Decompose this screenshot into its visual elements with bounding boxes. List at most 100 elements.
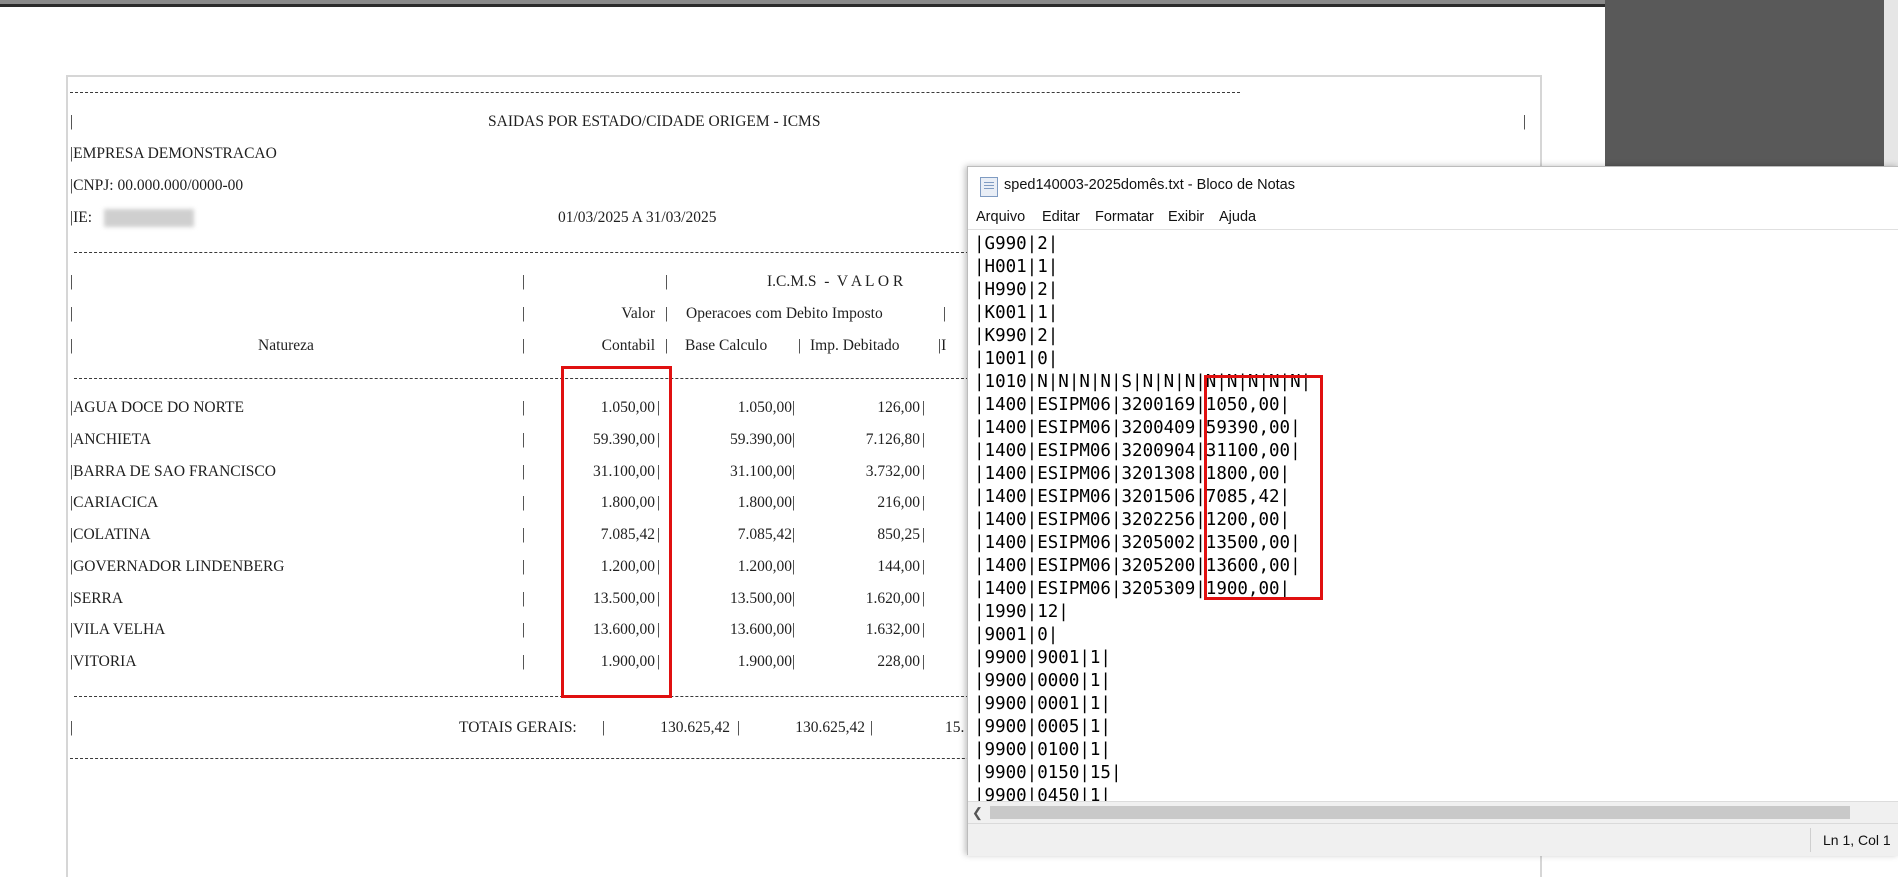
header-row-2: | bbox=[70, 305, 74, 322]
row-natureza: |GOVERNADOR LINDENBERG bbox=[70, 558, 285, 575]
statusbar-separator bbox=[1810, 828, 1811, 852]
totals-imp-cut: 15. bbox=[945, 719, 965, 736]
notepad-line: |9900|9001|1| bbox=[974, 648, 1111, 668]
notepad-line: |9900|0005|1| bbox=[974, 717, 1111, 737]
row-imp-debitado: 1.632,00 bbox=[865, 621, 920, 638]
notepad-titlebar[interactable]: sped140003-2025domês.txt - Bloco de Nota… bbox=[968, 167, 1898, 205]
row-separator: | bbox=[792, 526, 796, 543]
row-imp-debitado: 126,00 bbox=[877, 399, 920, 416]
totals-base: 130.625,42 bbox=[795, 719, 865, 736]
row-natureza: |BARRA DE SAO FRANCISCO bbox=[70, 463, 276, 480]
highlight-box-1400-values bbox=[1204, 375, 1323, 600]
notepad-line: |K990|2| bbox=[974, 326, 1059, 346]
menu-ajuda[interactable]: Ajuda bbox=[1219, 209, 1256, 225]
row-separator: | bbox=[922, 590, 926, 607]
menu-arquivo[interactable]: Arquivo bbox=[976, 209, 1025, 225]
row-natureza: |ANCHIETA bbox=[70, 431, 152, 448]
report-title-row-end: | bbox=[1523, 113, 1527, 130]
row-base-calculo: 1.200,00 bbox=[737, 558, 792, 575]
row-separator: | bbox=[922, 431, 926, 448]
row-natureza: |AGUA DOCE DO NORTE bbox=[70, 399, 244, 416]
notepad-line: |9900|0000|1| bbox=[974, 671, 1111, 691]
scrollbar-thumb[interactable] bbox=[990, 806, 1850, 819]
row-separator: | bbox=[522, 558, 526, 575]
menu-formatar[interactable]: Formatar bbox=[1095, 209, 1154, 225]
notepad-line: |G990|2| bbox=[974, 234, 1059, 254]
row-base-calculo: 59.390,00 bbox=[730, 431, 792, 448]
row-separator: | bbox=[522, 526, 526, 543]
row-natureza: |COLATINA bbox=[70, 526, 151, 543]
row-natureza: |SERRA bbox=[70, 590, 124, 607]
row-separator: | bbox=[792, 558, 796, 575]
header-natureza: Natureza bbox=[258, 337, 314, 354]
row-base-calculo: 1.800,00 bbox=[737, 494, 792, 511]
row-imp-debitado: 216,00 bbox=[877, 494, 920, 511]
notepad-line: |1001|0| bbox=[974, 349, 1059, 369]
row-separator: | bbox=[922, 399, 926, 416]
row-separator: | bbox=[522, 590, 526, 607]
company-name: |EMPRESA DEMONSTRACAO bbox=[70, 145, 277, 162]
notepad-line: |9900|0150|15| bbox=[974, 763, 1122, 783]
header-valor: Valor bbox=[621, 305, 655, 322]
background-window-edge bbox=[1884, 0, 1898, 170]
header-contabil: Contabil bbox=[601, 337, 655, 354]
header-operacoes: Operacoes com Debito Imposto bbox=[686, 305, 883, 322]
row-base-calculo: 1.050,00 bbox=[737, 399, 792, 416]
row-separator: | bbox=[792, 463, 796, 480]
totals-valor: 130.625,42 bbox=[660, 719, 730, 736]
row-separator: | bbox=[792, 399, 796, 416]
row-base-calculo: 7.085,42 bbox=[737, 526, 792, 543]
row-separator: | bbox=[922, 463, 926, 480]
header-base-calculo: Base Calculo bbox=[685, 337, 768, 354]
notepad-line: |H001|1| bbox=[974, 257, 1059, 277]
row-natureza: |VILA VELHA bbox=[70, 621, 166, 638]
header-icms: I.C.M.S - V A L O R bbox=[767, 273, 904, 290]
totals-label: TOTAIS GERAIS: bbox=[459, 719, 577, 736]
row-separator: | bbox=[522, 399, 526, 416]
menu-editar[interactable]: Editar bbox=[1042, 209, 1080, 225]
notepad-menubar: Arquivo Editar Formatar Exibir Ajuda bbox=[968, 205, 1898, 230]
row-separator: | bbox=[922, 494, 926, 511]
header-imp-debitado: Imp. Debitado bbox=[810, 337, 900, 354]
report-divider bbox=[74, 696, 974, 697]
notepad-text-area[interactable]: |G990|2| |H001|1| |H990|2| |K001|1| |K990|2|… bbox=[968, 229, 1898, 809]
row-natureza: |VITORIA bbox=[70, 653, 137, 670]
header-row-3: | bbox=[70, 337, 74, 354]
notepad-title: sped140003-2025domês.txt - Bloco de Nota… bbox=[1004, 177, 1295, 193]
cnpj-line: |CNPJ: 00.000.000/0000-00 bbox=[70, 177, 244, 194]
row-imp-debitado: 228,00 bbox=[877, 653, 920, 670]
horizontal-scrollbar[interactable]: ❮ bbox=[968, 801, 1898, 824]
row-separator: | bbox=[792, 621, 796, 638]
notepad-line: |H990|2| bbox=[974, 280, 1059, 300]
notepad-window[interactable]: sped140003-2025domês.txt - Bloco de Nota… bbox=[967, 166, 1898, 856]
notepad-line: |9900|0001|1| bbox=[974, 694, 1111, 714]
row-separator: | bbox=[522, 494, 526, 511]
row-separator: | bbox=[792, 494, 796, 511]
row-imp-debitado: 3.732,00 bbox=[865, 463, 920, 480]
report-title-row: | bbox=[70, 113, 74, 130]
row-separator: | bbox=[922, 621, 926, 638]
row-base-calculo: 13.500,00 bbox=[730, 590, 792, 607]
row-imp-debitado: 850,25 bbox=[877, 526, 920, 543]
row-separator: | bbox=[522, 463, 526, 480]
chevron-left-icon[interactable]: ❮ bbox=[972, 805, 983, 821]
row-natureza: |CARIACICA bbox=[70, 494, 159, 511]
menu-exibir[interactable]: Exibir bbox=[1168, 209, 1204, 225]
ie-redacted bbox=[104, 209, 195, 228]
notepad-statusbar: Ln 1, Col 1 bbox=[968, 823, 1898, 856]
row-separator: | bbox=[922, 526, 926, 543]
notepad-icon bbox=[980, 177, 998, 197]
window-top-border-dark bbox=[0, 4, 1605, 7]
row-separator: | bbox=[792, 590, 796, 607]
row-separator: | bbox=[522, 621, 526, 638]
report-title: SAIDAS POR ESTADO/CIDADE ORIGEM - ICMS bbox=[488, 113, 821, 130]
report-divider bbox=[74, 378, 974, 379]
report-divider bbox=[70, 758, 1030, 759]
header-row-1: | bbox=[70, 273, 74, 290]
notepad-line: |1990|12| bbox=[974, 602, 1069, 622]
row-base-calculo: 1.900,00 bbox=[737, 653, 792, 670]
row-separator: | bbox=[922, 558, 926, 575]
row-imp-debitado: 1.620,00 bbox=[865, 590, 920, 607]
report-period: 01/03/2025 A 31/03/2025 bbox=[558, 209, 717, 226]
report-divider bbox=[74, 252, 974, 253]
